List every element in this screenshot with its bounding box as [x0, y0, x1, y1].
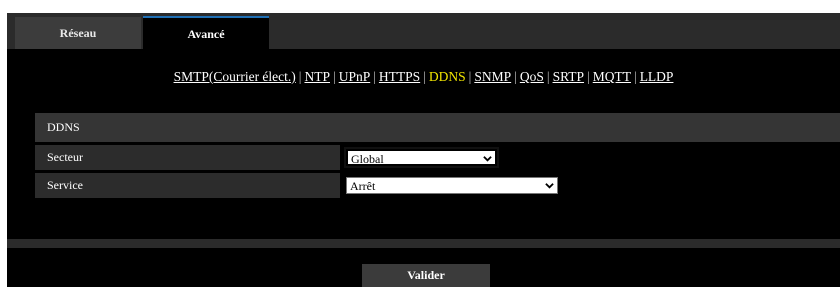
protocol-nav: SMTP(Courrier élect.) | NTP | UPnP | HTTPS | DDN… [7, 69, 840, 85]
section-header: DDNS [35, 113, 840, 142]
tab-bar: Réseau Avancé [7, 13, 840, 51]
nav-separator: | [633, 69, 637, 84]
service-value-cell: Arrêt [340, 173, 840, 198]
nav-link-srtp[interactable]: SRTP [553, 69, 584, 84]
service-select[interactable]: Arrêt [346, 177, 558, 194]
nav-separator: | [333, 69, 336, 84]
action-bar: Valider [7, 248, 840, 287]
nav-separator: | [546, 69, 550, 84]
nav-link-ntp[interactable]: NTP [304, 69, 330, 84]
nav-link-mqtt[interactable]: MQTT [593, 69, 631, 84]
nav-link-ddns[interactable]: DDNS [429, 69, 466, 84]
secteur-label: Secteur [47, 150, 83, 164]
chevron-down-icon [545, 183, 554, 189]
nav-link-snmp[interactable]: SNMP [474, 69, 511, 84]
ddns-section: DDNS Secteur Global Service Arrêt [35, 113, 840, 201]
service-selected-value: Arrêt [350, 179, 376, 193]
nav-link-upnp[interactable]: UPnP [339, 69, 371, 84]
submit-button[interactable]: Valider [362, 264, 490, 287]
secteur-select[interactable]: Global [344, 147, 499, 168]
service-row: Service Arrêt [35, 173, 840, 198]
tab-avance[interactable]: Avancé [143, 16, 269, 51]
nav-link-smtp[interactable]: SMTP(Courrier élect.) [174, 69, 296, 84]
secteur-selected-value: Global [351, 152, 384, 166]
nav-link-qos[interactable]: QoS [520, 69, 544, 84]
main-panel: SMTP(Courrier élect.) | NTP | UPnP | HTTPS | DDN… [7, 49, 840, 239]
chevron-down-icon [483, 156, 492, 162]
nav-separator: | [423, 69, 426, 84]
nav-link-https[interactable]: HTTPS [379, 69, 420, 84]
nav-separator: | [373, 69, 376, 84]
tab-reseau[interactable]: Réseau [15, 17, 141, 49]
nav-link-lldp[interactable]: LLDP [640, 69, 674, 84]
section-divider [7, 239, 840, 248]
nav-separator: | [587, 69, 590, 84]
section-title: DDNS [47, 120, 80, 134]
settings-window: Réseau Avancé SMTP(Courrier élect.) | NTP |… [7, 13, 840, 287]
secteur-row: Secteur Global [35, 145, 840, 170]
nav-separator: | [514, 69, 517, 84]
secteur-value-cell: Global [340, 145, 840, 170]
service-label: Service [47, 178, 83, 192]
